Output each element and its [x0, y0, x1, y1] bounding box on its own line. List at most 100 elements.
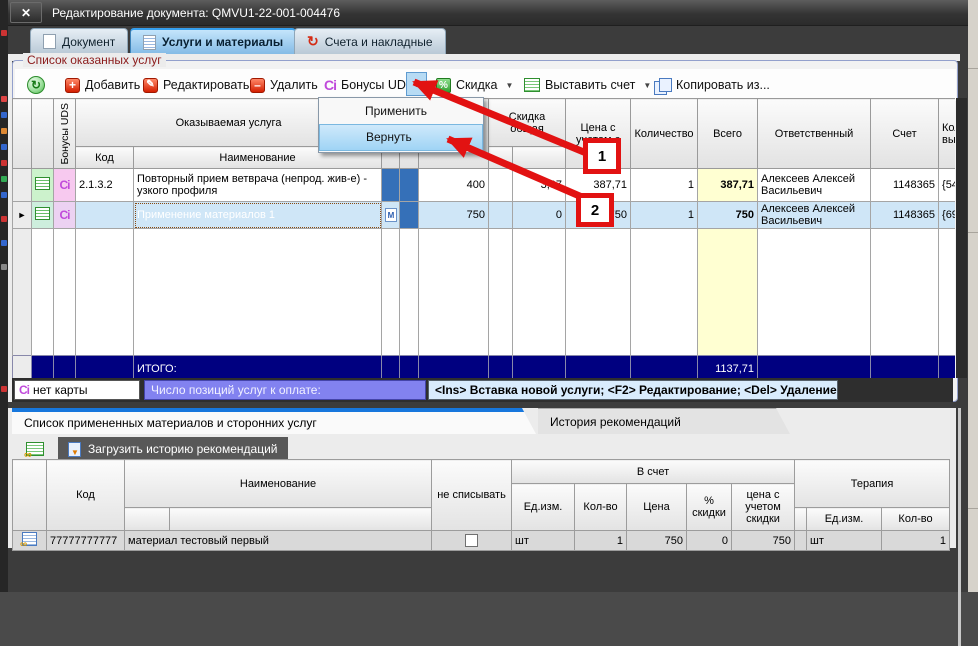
edit-button[interactable]: Редактировать	[143, 73, 249, 97]
empty-grid-area	[13, 229, 956, 356]
service-row-selected[interactable]: Применение материалов 1 750 0 750 1 750 …	[13, 202, 956, 229]
cell-name-selected[interactable]: Применение материалов 1	[134, 202, 382, 229]
vertical-scrollbar[interactable]	[956, 98, 967, 378]
tab-services-materials[interactable]: Услуги и материалы	[130, 28, 296, 54]
cell-name[interactable]: Повторный прием ветврача (непрод. жив-е)…	[134, 169, 382, 202]
row-selector-cell[interactable]	[13, 169, 32, 202]
close-button[interactable]	[10, 2, 42, 23]
cell-unit[interactable]: шт	[512, 531, 575, 551]
uds-dropdown-menu: Применить Вернуть	[318, 97, 484, 153]
tab-applied-materials[interactable]: Список примененных материалов и сторонни…	[12, 408, 536, 434]
window-title: Редактирование документа: QMVU1-22-001-0…	[52, 0, 340, 26]
cell-account[interactable]: 1148365	[871, 202, 939, 229]
cell-no-writeoff[interactable]	[432, 531, 512, 551]
cell-extra[interactable]: {69	[939, 202, 955, 229]
uds-icon	[324, 77, 336, 93]
cell-price-disc[interactable]: 750	[732, 531, 795, 551]
tab-document[interactable]: Документ	[30, 28, 128, 54]
total-value: 1137,71	[698, 356, 758, 379]
button-label: Скидка	[456, 78, 497, 92]
invoice-flag-cell[interactable]	[32, 169, 54, 202]
uds-flag-cell[interactable]	[54, 202, 76, 229]
uds-dropdown-button[interactable]	[406, 72, 427, 96]
invoice-row-icon	[35, 177, 50, 190]
price-disc-header: цена с учетом скидки	[732, 484, 795, 531]
cell-discount-empty[interactable]	[489, 202, 513, 229]
cell-discount-empty[interactable]	[489, 169, 513, 202]
cell-therapy-unit[interactable]: шт	[807, 531, 882, 551]
material-doc-icon	[385, 208, 397, 222]
services-icon	[143, 35, 156, 50]
cell-total[interactable]: 750	[698, 202, 758, 229]
button-label: Загрузить историю рекомендаций	[88, 442, 278, 456]
cell-name[interactable]: материал тестовый первый	[125, 531, 432, 551]
menu-item-revert[interactable]: Вернуть	[319, 124, 483, 151]
menu-item-apply[interactable]: Применить	[319, 98, 483, 124]
current-row-marker-icon	[18, 209, 27, 221]
clipped-column-header: Кол вы	[939, 99, 955, 169]
account-header: Счет	[871, 99, 939, 169]
invoice-flag-cell[interactable]	[32, 202, 54, 229]
row-icon-cell[interactable]	[13, 531, 47, 551]
cell-responsible[interactable]: Алексеев Алексей Васильевич	[758, 202, 871, 229]
cell-material-flag[interactable]	[382, 169, 400, 202]
cell-discount[interactable]: 0	[687, 531, 732, 551]
cell-discount-pct[interactable]: 3,07	[513, 169, 566, 202]
no-writeoff-header: не списывать	[432, 460, 512, 531]
cell-therapy-empty[interactable]	[795, 531, 807, 551]
cell-quantity[interactable]: 1	[631, 202, 698, 229]
cell-quantity[interactable]: 1	[631, 169, 698, 202]
cell-price[interactable]: 400	[419, 169, 489, 202]
table-link-icon[interactable]	[26, 442, 44, 456]
cell-discount-pct[interactable]: 0	[513, 202, 566, 229]
status-text: Число позиций услуг к оплате:	[151, 383, 321, 397]
no-writeoff-checkbox[interactable]	[465, 534, 478, 547]
copy-from-button[interactable]: Копировать из...	[654, 73, 770, 97]
cell-therapy-qty[interactable]: 1	[882, 531, 950, 551]
tab-invoices[interactable]: Счета и накладные	[294, 28, 446, 54]
uds-card-status: нет карты	[14, 380, 140, 400]
cell-total[interactable]: 387,71	[698, 169, 758, 202]
document-icon	[43, 34, 56, 49]
row-selector-cell[interactable]	[13, 202, 32, 229]
cell-code[interactable]	[76, 202, 134, 229]
discount-group-header: Скидка общая	[489, 99, 566, 147]
mini-icon	[1, 144, 7, 150]
uds-icon	[60, 208, 70, 222]
cell-qty[interactable]: 1	[575, 531, 627, 551]
material-row[interactable]: 77777777777 материал тестовый первый шт …	[13, 531, 950, 551]
uds-bonus-button[interactable]: Бонусы UDS	[324, 73, 414, 97]
cell-account[interactable]: 1148365	[871, 169, 939, 202]
download-icon	[68, 442, 81, 457]
cell-price[interactable]: 750	[627, 531, 687, 551]
invoice-row-icon	[35, 207, 50, 220]
callout-1: 1	[583, 138, 621, 174]
tab-recommendation-history[interactable]: История рекомендаций	[538, 408, 790, 434]
tab-label: Документ	[62, 35, 115, 49]
divider	[968, 232, 978, 233]
refresh-button[interactable]	[27, 73, 45, 97]
unit-header: Ед.изм.	[512, 484, 575, 531]
button-label: Бонусы UDS	[341, 78, 414, 92]
mini-icon	[1, 176, 7, 182]
cell-code[interactable]: 2.1.3.2	[76, 169, 134, 202]
service-row[interactable]: 2.1.3.2 Повторный прием ветврача (непрод…	[13, 169, 956, 202]
positions-count-status: Число позиций услуг к оплате:	[144, 380, 426, 400]
delete-button[interactable]: Удалить	[250, 73, 318, 97]
uds-flag-cell[interactable]	[54, 169, 76, 202]
issue-invoice-button[interactable]: Выставить счет	[524, 73, 651, 97]
button-label: Редактировать	[163, 78, 249, 92]
add-button[interactable]: Добавить	[65, 73, 140, 97]
load-history-button[interactable]: Загрузить историю рекомендаций	[58, 437, 288, 461]
cell-code[interactable]: 77777777777	[47, 531, 125, 551]
hotkeys-hint: <Ins> Вставка новой услуги; <F2> Редакти…	[428, 380, 838, 400]
cell-price[interactable]: 750	[419, 202, 489, 229]
cell-responsible[interactable]: Алексеев Алексей Васильевич	[758, 169, 871, 202]
cell-service-flag[interactable]	[400, 169, 419, 202]
cell-service-flag[interactable]	[400, 202, 419, 229]
refresh-icon	[27, 76, 45, 94]
cell-extra[interactable]: {54	[939, 169, 955, 202]
discount-button[interactable]: Скидка	[436, 73, 513, 97]
cell-material-flag[interactable]	[382, 202, 400, 229]
price-header: Цена	[627, 484, 687, 531]
